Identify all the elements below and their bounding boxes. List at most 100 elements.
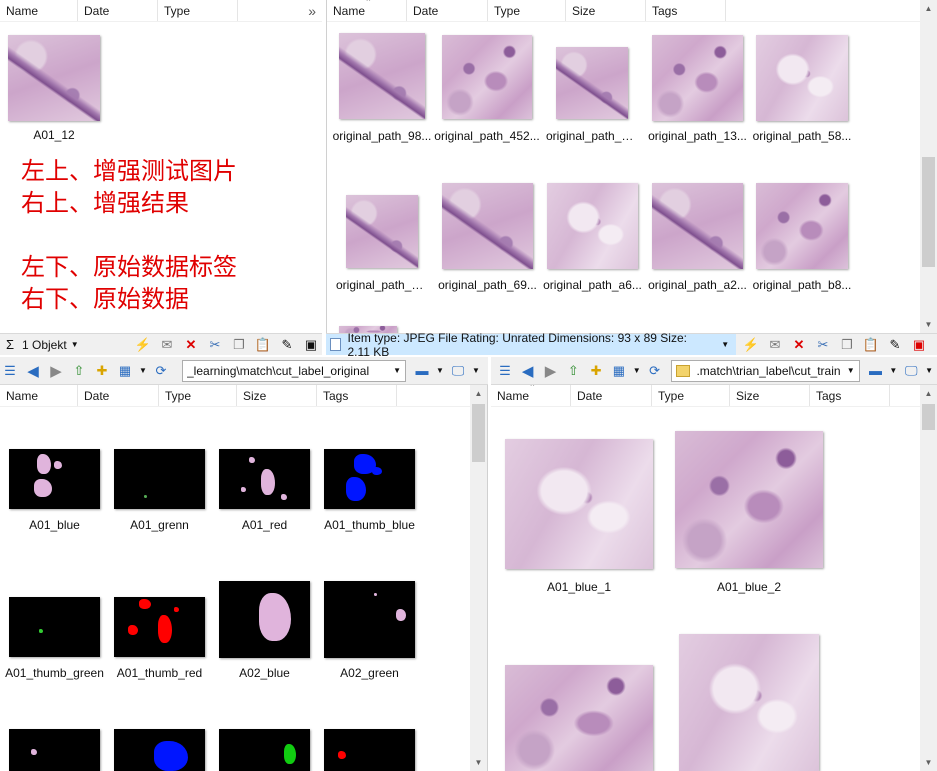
more-columns-button[interactable]: » <box>302 0 322 21</box>
file-item[interactable]: original_path_98... <box>333 33 431 145</box>
column-name[interactable]: Name <box>0 0 78 21</box>
scroll-down-arrow[interactable]: ▼ <box>920 754 937 771</box>
back-icon[interactable]: ◀ <box>518 361 538 381</box>
file-item[interactable]: original_path_58... <box>753 35 851 145</box>
scroll-up-arrow[interactable]: ▲ <box>920 385 937 402</box>
chevron-down-icon[interactable]: ▼ <box>138 361 148 381</box>
view-icon[interactable]: ▬ <box>866 361 886 381</box>
file-item[interactable]: A02_blue <box>219 581 310 680</box>
copy-icon[interactable]: ❐ <box>230 336 248 354</box>
vertical-scrollbar[interactable]: ▲ ▼ <box>470 385 487 771</box>
copy-icon[interactable]: ❐ <box>838 336 856 354</box>
edit-icon[interactable]: ✎ <box>886 336 904 354</box>
chevron-down-icon[interactable]: ▼ <box>721 336 730 354</box>
vertical-scrollbar[interactable]: ▲ ▼ <box>920 385 937 771</box>
cut-icon[interactable]: ✂ <box>206 336 224 354</box>
scroll-up-arrow[interactable]: ▲ <box>920 0 937 17</box>
column-tags[interactable]: Tags <box>810 385 890 406</box>
mail-icon[interactable]: ✉ <box>766 336 784 354</box>
column-size[interactable]: Size <box>730 385 810 406</box>
forward-icon[interactable]: ▶ <box>541 361 561 381</box>
column-name[interactable]: Name <box>0 385 78 406</box>
details-view-icon[interactable]: ☰ <box>0 361 20 381</box>
column-type[interactable]: Type <box>158 0 238 21</box>
column-tags[interactable]: Tags <box>317 385 397 406</box>
file-item[interactable]: A01_red <box>219 449 310 532</box>
file-item[interactable]: A01_blue_2 <box>675 431 823 595</box>
paste-icon[interactable]: 📋 <box>862 336 880 354</box>
select-icon[interactable]: ▣ <box>910 336 928 354</box>
monitor-icon[interactable]: 🖵 <box>448 361 468 381</box>
column-date[interactable]: Date <box>407 0 488 21</box>
file-item[interactable]: original_path_b8... <box>753 183 851 293</box>
edit-icon[interactable]: ✎ <box>278 336 296 354</box>
file-item[interactable]: original_path_791... <box>336 195 428 293</box>
refresh-icon[interactable]: ⟳ <box>151 361 171 381</box>
chevron-down-icon[interactable]: ▼ <box>924 361 934 381</box>
chevron-down-icon[interactable]: ▼ <box>632 361 642 381</box>
up-icon[interactable]: ⇧ <box>563 361 583 381</box>
chevron-down-icon[interactable]: ▼ <box>888 361 898 381</box>
column-date[interactable]: Date <box>78 385 159 406</box>
scroll-up-arrow[interactable]: ▲ <box>470 385 487 402</box>
new-folder-icon[interactable]: ✚ <box>92 361 112 381</box>
file-item[interactable]: A01_blue <box>9 449 100 532</box>
file-item[interactable]: A01_thumb_red <box>114 597 205 680</box>
column-type[interactable]: Type <box>159 385 237 406</box>
file-item[interactable]: A01_12 <box>8 35 100 145</box>
lightning-icon[interactable]: ⚡ <box>742 336 760 354</box>
file-item[interactable]: A01_thumb_blue <box>324 449 415 532</box>
address-path-field[interactable]: .match\trian_label\cut_train ▼ <box>671 359 860 382</box>
paste-icon[interactable]: 📋 <box>254 336 272 354</box>
scrollbar-thumb[interactable] <box>922 157 935 267</box>
back-icon[interactable]: ◀ <box>23 361 43 381</box>
thumbnail <box>556 47 628 119</box>
details-view-icon[interactable]: ☰ <box>495 361 515 381</box>
file-item[interactable]: original_path_13... <box>648 35 747 145</box>
file-item[interactable]: original_path_69... <box>438 183 537 293</box>
column-date[interactable]: Date <box>571 385 652 406</box>
up-icon[interactable]: ⇧ <box>69 361 89 381</box>
column-size[interactable]: Size <box>237 385 317 406</box>
monitor-icon[interactable]: 🖵 <box>901 361 921 381</box>
grid-view-icon[interactable]: ▦ <box>609 361 629 381</box>
file-item[interactable]: original_path_57... <box>546 47 638 145</box>
chevron-down-icon[interactable]: ▼ <box>847 366 855 375</box>
forward-icon[interactable]: ▶ <box>46 361 66 381</box>
file-item[interactable]: original_path_a6... <box>543 183 642 293</box>
file-item[interactable]: original_path_a2... <box>648 183 747 293</box>
file-item[interactable]: A01_grenn <box>114 449 205 532</box>
column-type[interactable]: Type <box>652 385 730 406</box>
chevron-down-icon[interactable]: ▼ <box>393 366 401 375</box>
new-folder-icon[interactable]: ✚ <box>586 361 606 381</box>
column-type[interactable]: Type <box>488 0 566 21</box>
scrollbar-thumb[interactable] <box>472 404 485 462</box>
file-item[interactable]: A02_green <box>324 581 415 680</box>
file-item[interactable]: A01_thumb_green <box>5 597 104 680</box>
column-size[interactable]: Size <box>566 0 646 21</box>
mail-icon[interactable]: ✉ <box>158 336 176 354</box>
chevron-down-icon[interactable]: ▼ <box>435 361 445 381</box>
address-path-field[interactable]: _learning\match\cut_label_original ▼ <box>182 359 406 382</box>
refresh-icon[interactable]: ⟳ <box>645 361 665 381</box>
chevron-down-icon[interactable]: ▼ <box>471 361 481 381</box>
delete-icon[interactable]: ✕ <box>182 336 200 354</box>
grid-view-icon[interactable]: ▦ <box>115 361 135 381</box>
vertical-scrollbar[interactable]: ▲ ▼ <box>920 0 937 333</box>
column-tags[interactable]: Tags <box>646 0 726 21</box>
cut-icon[interactable]: ✂ <box>814 336 832 354</box>
scroll-down-arrow[interactable]: ▼ <box>920 316 937 333</box>
column-date[interactable]: Date <box>78 0 158 21</box>
scroll-down-arrow[interactable]: ▼ <box>470 754 487 771</box>
lightning-icon[interactable]: ⚡ <box>134 336 152 354</box>
file-item[interactable]: A01_blue_1 <box>505 439 653 595</box>
column-header: ^ Name Date Type Size Tags <box>491 385 920 407</box>
chevron-down-icon[interactable]: ▼ <box>70 336 80 354</box>
delete-icon[interactable]: ✕ <box>790 336 808 354</box>
select-icon[interactable]: ▣ <box>302 336 320 354</box>
view-icon[interactable]: ▬ <box>412 361 432 381</box>
column-name[interactable]: ^ Name <box>491 385 571 406</box>
column-name[interactable]: ^ Name <box>327 0 407 21</box>
scrollbar-thumb[interactable] <box>922 404 935 430</box>
file-item[interactable]: original_path_452... <box>434 35 540 145</box>
